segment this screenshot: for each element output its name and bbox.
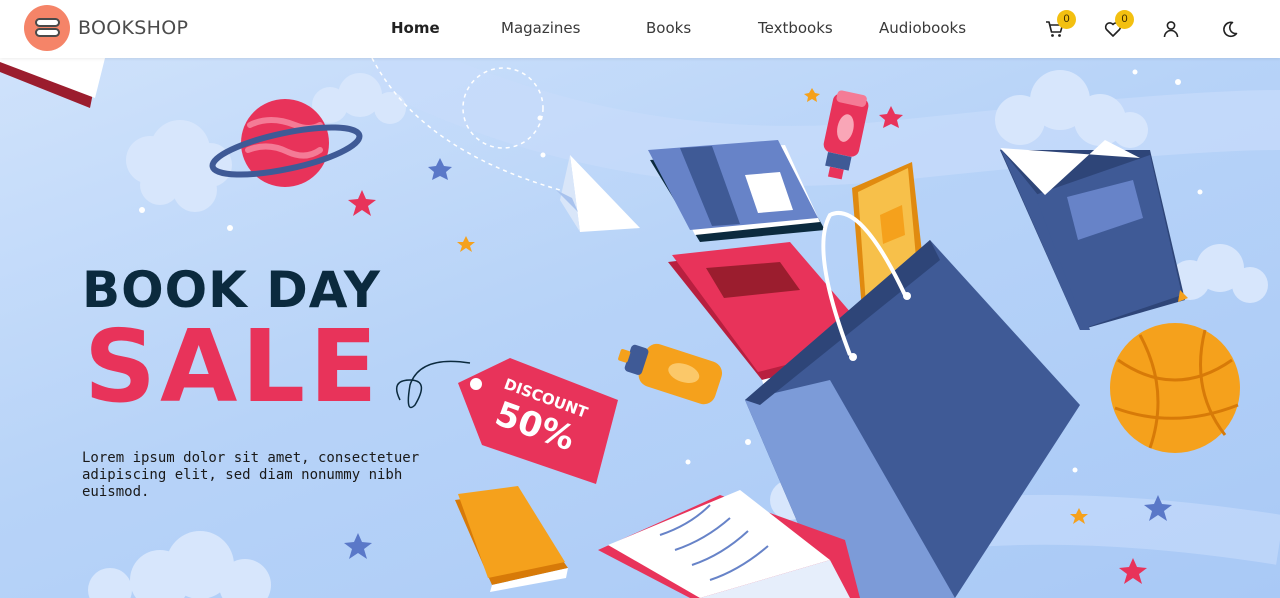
hero-banner: DISCOUNT 50% BOOK DAY SALE Lorem ipsum d… xyxy=(0,58,1280,598)
user-icon xyxy=(1163,21,1179,38)
theme-toggle-button[interactable] xyxy=(1214,14,1244,44)
brand-name: BOOKSHOP xyxy=(78,17,189,39)
moon-icon xyxy=(1223,21,1238,38)
nav-home[interactable]: Home xyxy=(391,19,440,37)
brand[interactable]: BOOKSHOP xyxy=(24,5,188,51)
logo-icon xyxy=(24,5,70,51)
account-button[interactable] xyxy=(1156,14,1186,44)
orange-book-illustration xyxy=(455,486,568,592)
cart-button[interactable]: 0 xyxy=(1040,10,1076,44)
wishlist-count-badge: 0 xyxy=(1115,10,1134,29)
wishlist-button[interactable]: 0 xyxy=(1098,10,1134,44)
top-navbar: BOOKSHOP Home Magazines Books Textbooks … xyxy=(0,0,1280,58)
open-book-illustration xyxy=(1000,140,1188,330)
nav-books[interactable]: Books xyxy=(646,19,691,37)
hero-title-line2: SALE xyxy=(84,308,382,425)
corner-book-illustration xyxy=(0,58,105,108)
ball-illustration xyxy=(1110,323,1240,453)
glue-stick-illustration xyxy=(618,343,723,405)
cart-count-badge: 0 xyxy=(1057,10,1076,29)
nav-magazines[interactable]: Magazines xyxy=(501,19,580,37)
nav-textbooks[interactable]: Textbooks xyxy=(758,19,833,37)
hero-description: Lorem ipsum dolor sit amet, consectetuer… xyxy=(82,450,420,500)
nav-audiobooks[interactable]: Audiobooks xyxy=(879,19,966,37)
